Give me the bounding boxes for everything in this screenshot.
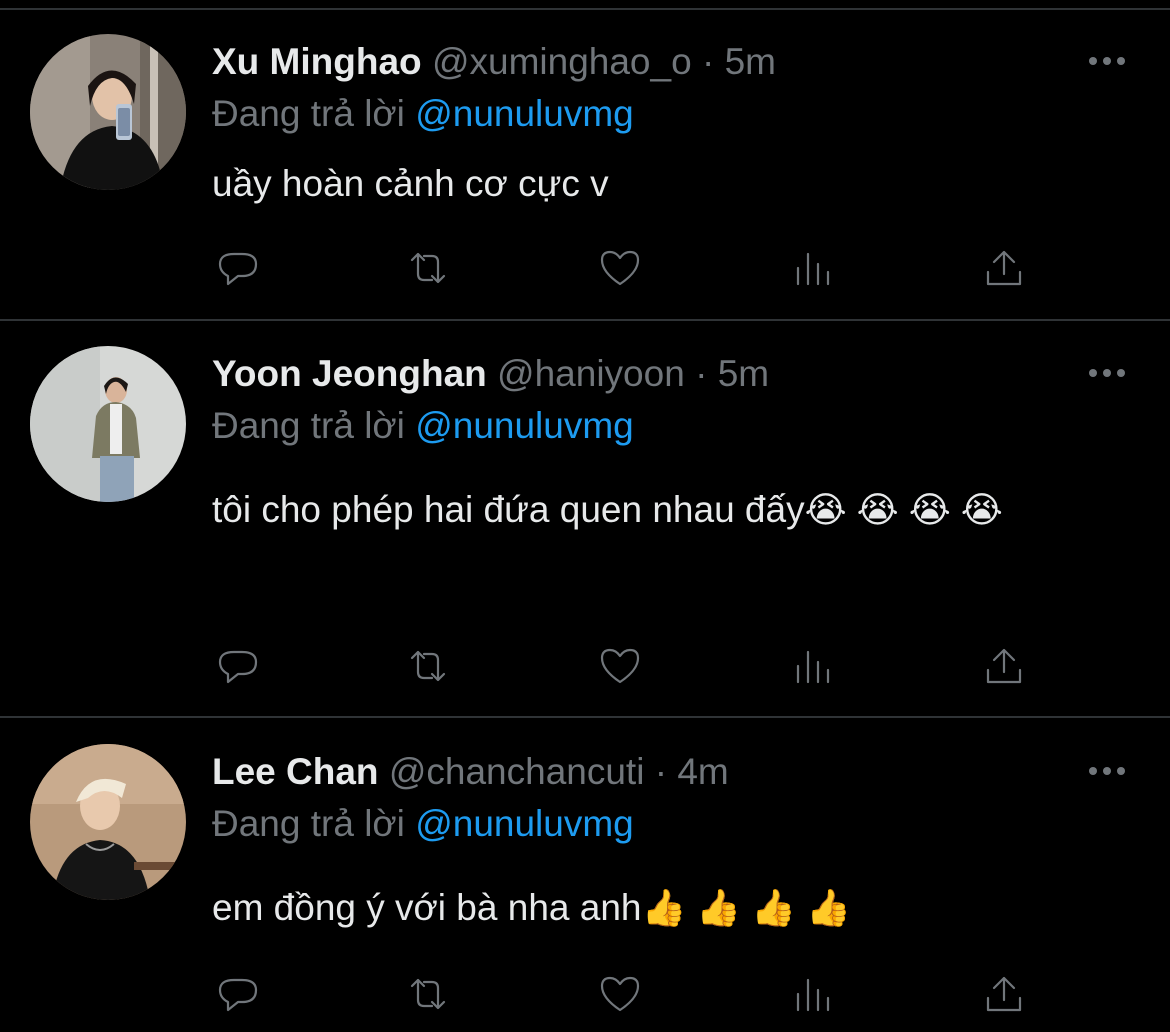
username-handle[interactable]: @chanchancuti: [389, 751, 645, 792]
retweet-button[interactable]: [400, 240, 456, 296]
timestamp[interactable]: 5m: [718, 353, 769, 394]
tweet-header: Xu Minghao @xuminghao_o · 5m: [212, 36, 776, 88]
replying-to-label: Đang trả lời: [212, 803, 405, 844]
avatar-photo: [30, 346, 186, 502]
like-button[interactable]: [592, 240, 648, 296]
views-button[interactable]: [784, 966, 840, 1022]
emoji-thumbs-up: 👍 👍 👍 👍: [641, 887, 851, 928]
more-options-button[interactable]: [1084, 748, 1130, 794]
like-button[interactable]: [592, 966, 648, 1022]
tweet-text: em đồng ý với bà nha anh👍 👍 👍 👍: [212, 876, 1112, 940]
share-icon: [986, 648, 1022, 684]
tweet-divider: [0, 319, 1170, 321]
more-icon: [1089, 767, 1125, 775]
tweet-text: tôi cho phép hai đứa quen nhau đấy😭 😭 😭 …: [212, 478, 1092, 542]
tweet-actions: [0, 240, 1170, 300]
avatar-photo: [30, 34, 186, 190]
retweet-button[interactable]: [400, 638, 456, 694]
views-icon: [796, 978, 830, 1012]
tweet-text-content: tôi cho phép hai đứa quen nhau đấy: [212, 489, 805, 530]
separator-dot: ·: [654, 751, 668, 792]
timestamp[interactable]: 4m: [677, 751, 728, 792]
like-button[interactable]: [592, 638, 648, 694]
timestamp[interactable]: 5m: [725, 41, 776, 82]
reply-button[interactable]: [210, 240, 266, 296]
separator-dot: ·: [695, 353, 708, 394]
retweet-icon: [410, 978, 446, 1010]
mention-link[interactable]: @nunuluvmg: [415, 803, 634, 844]
share-button[interactable]: [976, 240, 1032, 296]
share-icon: [986, 250, 1022, 286]
tweet-header: Yoon Jeonghan @haniyoon · 5m: [212, 348, 769, 400]
separator-dot: ·: [701, 41, 715, 82]
tweet-divider: [0, 716, 1170, 718]
reply-icon: [218, 650, 258, 684]
views-icon: [796, 252, 830, 286]
views-button[interactable]: [784, 240, 840, 296]
retweet-icon: [410, 650, 446, 682]
username-handle[interactable]: @xuminghao_o: [432, 41, 692, 82]
like-icon: [600, 976, 640, 1012]
tweet-text-content: uầy hoàn cảnh cơ cực v: [212, 163, 609, 204]
username-handle[interactable]: @haniyoon: [497, 353, 685, 394]
tweet-text: uầy hoàn cảnh cơ cực v: [212, 152, 1112, 216]
top-divider: [0, 8, 1170, 10]
views-button[interactable]: [784, 638, 840, 694]
mention-link[interactable]: @nunuluvmg: [415, 405, 634, 446]
tweet-header: Lee Chan @chanchancuti · 4m: [212, 746, 729, 798]
avatar[interactable]: [30, 744, 186, 900]
reply-icon: [218, 252, 258, 286]
tweet-actions: [0, 638, 1170, 698]
reply-button[interactable]: [210, 638, 266, 694]
display-name[interactable]: Yoon Jeonghan: [212, 353, 487, 394]
share-icon: [986, 976, 1022, 1012]
views-icon: [796, 650, 830, 684]
emoji-crying: 😭 😭 😭 😭: [804, 489, 1003, 530]
tweet-text-content: em đồng ý với bà nha anh: [212, 887, 642, 928]
more-options-button[interactable]: [1084, 350, 1130, 396]
more-options-button[interactable]: [1084, 38, 1130, 84]
mention-link[interactable]: @nunuluvmg: [415, 93, 634, 134]
share-button[interactable]: [976, 638, 1032, 694]
display-name[interactable]: Xu Minghao: [212, 41, 422, 82]
more-icon: [1089, 57, 1125, 65]
more-icon: [1089, 369, 1125, 377]
like-icon: [600, 648, 640, 684]
replying-to-label: Đang trả lời: [212, 93, 405, 134]
reply-button[interactable]: [210, 966, 266, 1022]
replying-to-label: Đang trả lời: [212, 405, 405, 446]
replying-to: Đang trả lời @nunuluvmg: [212, 88, 634, 140]
retweet-icon: [410, 252, 446, 284]
display-name[interactable]: Lee Chan: [212, 751, 379, 792]
reply-icon: [218, 978, 258, 1012]
replying-to: Đang trả lời @nunuluvmg: [212, 798, 634, 850]
avatar[interactable]: [30, 34, 186, 190]
retweet-button[interactable]: [400, 966, 456, 1022]
avatar-photo: [30, 744, 186, 900]
tweet-actions: [0, 966, 1170, 1026]
like-icon: [600, 250, 640, 286]
replying-to: Đang trả lời @nunuluvmg: [212, 400, 634, 452]
avatar[interactable]: [30, 346, 186, 502]
share-button[interactable]: [976, 966, 1032, 1022]
